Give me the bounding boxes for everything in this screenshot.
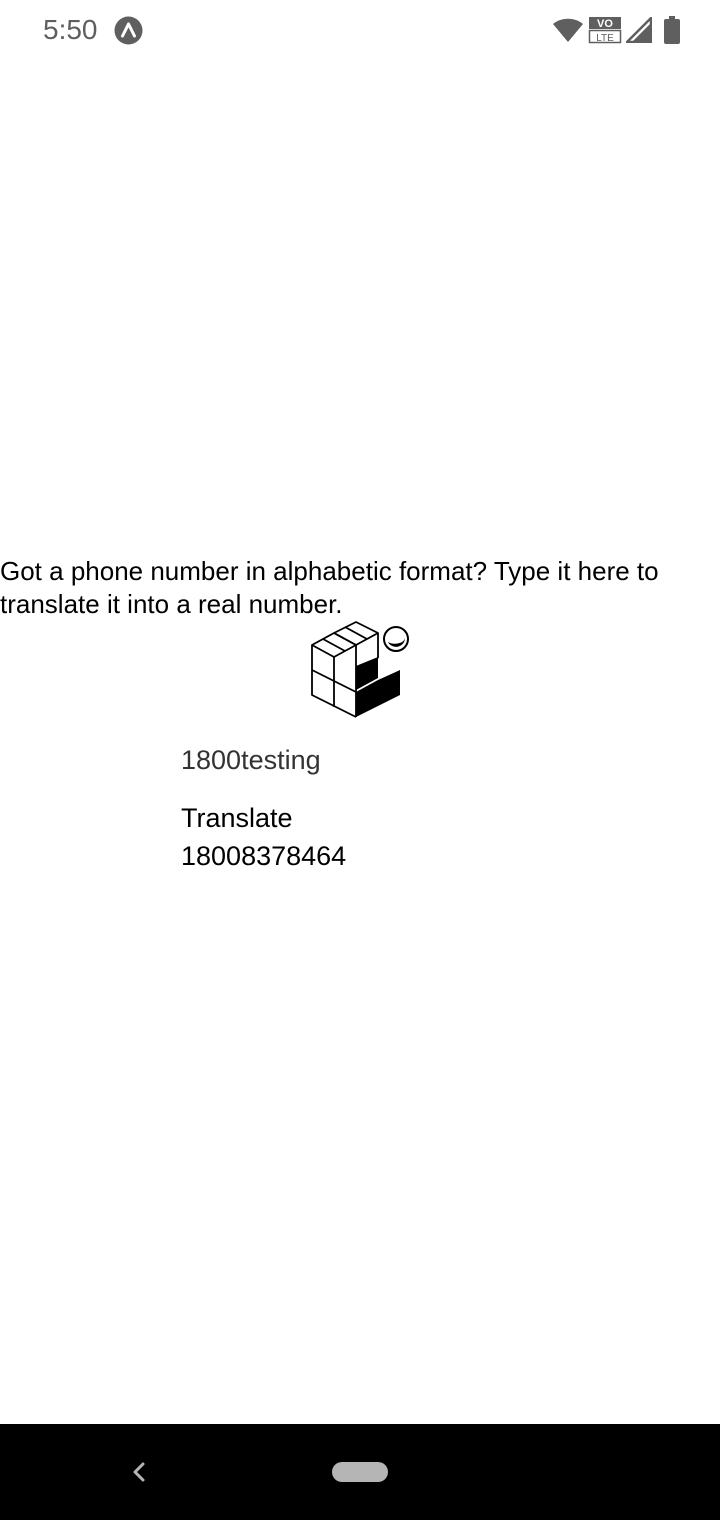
back-chevron-icon[interactable] (127, 1458, 151, 1486)
status-bar: 5:50 VO LTE (0, 0, 720, 60)
arrow-up-circle-icon (114, 16, 143, 45)
signal-icon (626, 17, 652, 43)
translate-button[interactable]: Translate (181, 800, 293, 836)
app-screen: 5:50 VO LTE Got a phone number in alphab… (0, 0, 720, 1520)
result-number: 18008378464 (181, 841, 347, 871)
volte-bottom-text: LTE (596, 33, 614, 44)
wifi-icon (552, 17, 584, 43)
volte-icon: VO LTE (588, 16, 622, 44)
status-time: 5:50 (43, 14, 98, 45)
cube-logo-icon (308, 620, 412, 720)
home-pill-icon[interactable] (332, 1462, 388, 1482)
prompt-text: Got a phone number in alphabetic format?… (0, 556, 659, 619)
status-icons: VO LTE (552, 14, 680, 46)
battery-icon (664, 16, 680, 44)
volte-top-text: VO (597, 18, 613, 30)
navigation-bar (0, 1424, 720, 1520)
phone-input[interactable] (181, 740, 541, 780)
